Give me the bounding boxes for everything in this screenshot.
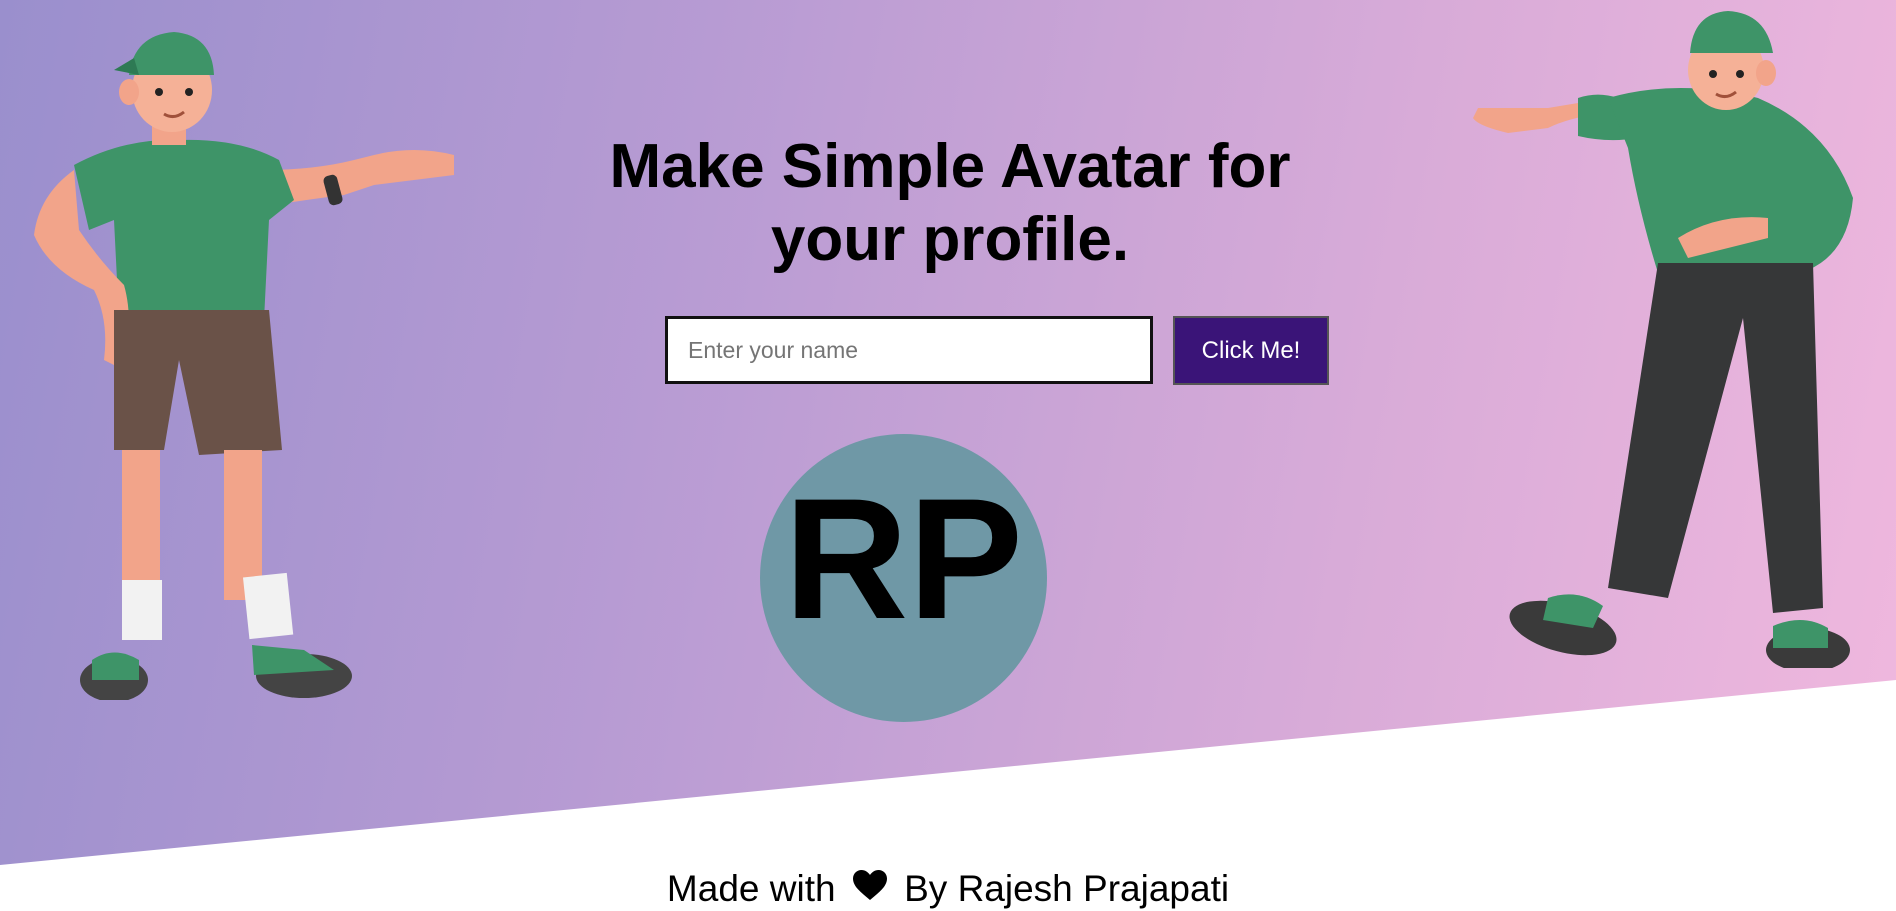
character-illustration-right: [1473, 11, 1853, 668]
footer-prefix: Made with: [666, 868, 836, 909]
page: Make Simple Avatar for your profile. Cli…: [0, 0, 1896, 911]
avatar: RP: [760, 434, 1047, 722]
footer-credit: Made with By Rajesh Prajapati: [0, 866, 1896, 911]
character-illustration-left: [34, 32, 454, 700]
footer-author: By Rajesh Prajapati: [904, 868, 1230, 909]
click-me-button[interactable]: Click Me!: [1173, 316, 1329, 385]
heart-icon: [852, 866, 888, 911]
page-title: Make Simple Avatar for your profile.: [609, 132, 1291, 274]
avatar-initials: RP: [784, 463, 1023, 655]
name-input[interactable]: [665, 316, 1153, 384]
